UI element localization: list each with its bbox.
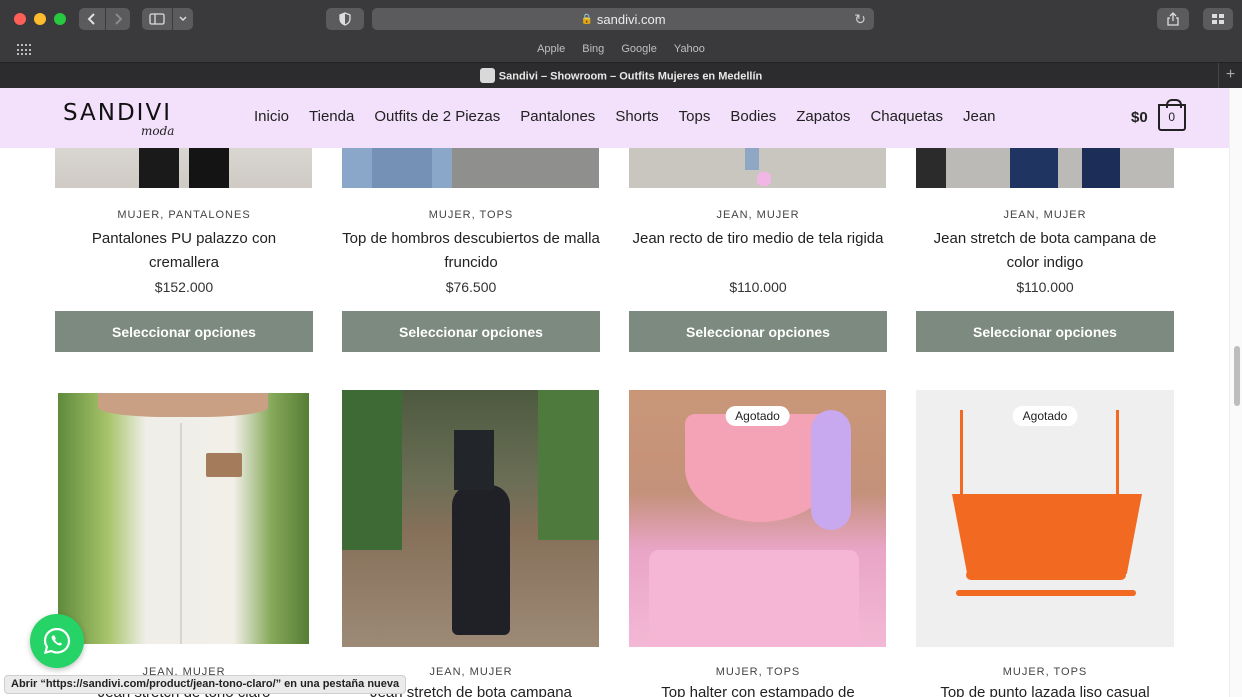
cart-bag-icon: 0 [1157,99,1186,131]
share-icon [1167,12,1179,26]
product-title[interactable]: Jean stretch de bota campana de color in… [916,227,1174,275]
minimize-window-button[interactable] [34,13,46,25]
logo-text: SANDIVI [63,100,172,126]
close-window-button[interactable] [14,13,26,25]
product-image[interactable]: Agotado [629,390,886,647]
chevron-right-icon [115,13,123,25]
out-of-stock-badge: Agotado [725,406,790,426]
chevron-down-icon [179,16,187,22]
reload-icon[interactable]: ↻ [854,11,866,28]
select-options-button[interactable]: Seleccionar opciones [342,311,600,352]
scrollbar-thumb[interactable] [1234,346,1240,406]
cart-link[interactable]: $0 0 [1131,99,1186,131]
nav-outfits[interactable]: Outfits de 2 Piezas [374,108,500,125]
product-categories[interactable]: MUJER, TOPS [916,666,1174,678]
nav-chaquetas[interactable]: Chaquetas [870,108,943,125]
product-image[interactable]: Agotado [916,390,1174,647]
product-image[interactable] [629,148,886,188]
product-categories[interactable]: JEAN, MUJER [629,209,887,221]
url-text: sandivi.com [596,11,666,27]
product-title[interactable]: Top de punto lazada liso casual [916,684,1174,697]
product-image[interactable] [342,148,599,188]
tab-overview-button[interactable] [1203,8,1233,30]
favorite-bing[interactable]: Bing [582,43,604,55]
product-categories[interactable]: MUJER, TOPS [342,209,600,221]
select-options-button[interactable]: Seleccionar opciones [629,311,887,352]
share-button[interactable] [1157,8,1189,30]
address-bar[interactable]: 🔒 sandivi.com ↻ [372,8,874,30]
browser-toolbar: 🔒 sandivi.com ↻ [0,0,1242,38]
main-navigation: Inicio Tienda Outfits de 2 Piezas Pantal… [244,108,1006,125]
product-image[interactable] [58,393,309,644]
back-button[interactable] [79,8,105,30]
site-favicon-icon [479,68,495,83]
cart-total: $0 [1131,109,1148,126]
product-categories[interactable]: MUJER, TOPS [629,666,887,678]
product-price: $110.000 [729,279,787,295]
tab-overview-icon [1212,14,1224,24]
tab-title-text: Sandivi – Showroom – Outfits Mujeres en … [498,70,763,83]
nav-pantalones[interactable]: Pantalones [520,108,595,125]
nav-inicio[interactable]: Inicio [254,108,289,125]
nav-zapatos[interactable]: Zapatos [796,108,850,125]
favorites-list: Apple Bing Google Yahoo [0,43,1242,55]
favorite-yahoo[interactable]: Yahoo [674,43,705,55]
nav-tienda[interactable]: Tienda [309,108,354,125]
zoom-window-button[interactable] [54,13,66,25]
page-scrollbar[interactable] [1229,88,1242,697]
product-title[interactable]: Pantalones PU palazzo con cremallera [55,227,313,275]
tab-bar: Sandivi – Showroom – Outfits Mujeres en … [0,62,1242,88]
privacy-report-button[interactable] [326,8,364,30]
active-tab[interactable]: Sandivi – Showroom – Outfits Mujeres en … [0,68,1242,84]
select-options-button[interactable]: Seleccionar opciones [55,311,313,352]
site-header: SANDIVI moda Inicio Tienda Outfits de 2 … [0,88,1229,148]
new-tab-button[interactable]: + [1218,63,1242,88]
shield-icon [339,12,351,26]
product-title[interactable]: Top halter con estampado de [629,684,887,697]
favorite-google[interactable]: Google [621,43,656,55]
logo-subtext: moda [141,124,175,138]
product-title[interactable]: Top de hombros descubiertos de malla fru… [342,227,600,275]
sidebar-toggle-button[interactable] [142,8,172,30]
lock-icon: 🔒 [580,13,593,25]
select-options-button[interactable]: Seleccionar opciones [916,311,1174,352]
product-title[interactable]: Jean recto de tiro medio de tela rigida [629,227,887,251]
chevron-left-icon [87,13,95,25]
product-categories[interactable]: MUJER, PANTALONES [55,209,313,221]
whatsapp-icon [43,627,71,654]
sidebar-icon [149,13,165,25]
nav-shorts[interactable]: Shorts [615,108,658,125]
product-price: $76.500 [445,279,497,295]
site-logo[interactable]: SANDIVI moda [63,100,198,142]
nav-bodies[interactable]: Bodies [730,108,776,125]
product-image[interactable] [342,390,599,647]
product-categories[interactable]: JEAN, MUJER [916,209,1174,221]
forward-button[interactable] [106,8,130,30]
product-image[interactable] [55,148,312,188]
out-of-stock-badge: Agotado [1012,406,1078,426]
nav-tops[interactable]: Tops [679,108,711,125]
browser-chrome: 🔒 sandivi.com ↻ Apple Bing Google Yahoo … [0,0,1242,88]
product-price: $110.000 [1016,279,1074,295]
favorite-apple[interactable]: Apple [537,43,565,55]
favorites-bar: Apple Bing Google Yahoo [0,40,1242,60]
link-status-bar: Abrir “https://sandivi.com/product/jean-… [4,675,407,694]
product-grid: MUJER, PANTALONES Pantalones PU palazzo … [0,148,1229,697]
product-price: $152.000 [154,279,214,295]
whatsapp-chat-button[interactable] [30,614,84,668]
product-image[interactable] [916,148,1174,188]
sidebar-dropdown-button[interactable] [173,8,193,30]
nav-jean[interactable]: Jean [963,108,996,125]
